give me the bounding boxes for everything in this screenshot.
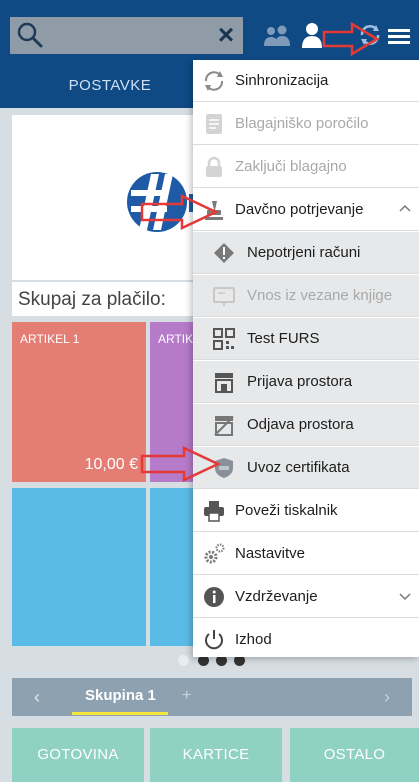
- search-input[interactable]: ×: [10, 17, 243, 54]
- group-tab[interactable]: Skupina 1: [85, 687, 156, 704]
- menu-item-sync[interactable]: Sinhronizacija: [193, 60, 419, 102]
- total-label: Skupaj za plačilo:: [18, 289, 166, 310]
- users-icon[interactable]: [263, 24, 291, 48]
- power-icon: [205, 630, 223, 650]
- printer-icon: [204, 501, 224, 522]
- gears-icon: [204, 543, 225, 564]
- menu-item-cash-report[interactable]: Blagajniško poročilo: [193, 103, 419, 145]
- info-icon: [204, 587, 224, 607]
- menu-item-exit[interactable]: Izhod: [193, 619, 419, 661]
- menu-item-settings[interactable]: Nastavitve: [193, 533, 419, 575]
- cards-button[interactable]: KARTICE: [150, 728, 282, 782]
- annotation-arrow: [140, 194, 219, 230]
- chevron-left-icon[interactable]: ‹: [34, 687, 40, 708]
- menu-label: Sinhronizacija: [235, 72, 329, 89]
- group-bar: ‹ Skupina 1 + ›: [12, 678, 412, 716]
- article-price: 10,00 €: [84, 456, 138, 473]
- book-import-icon: [213, 287, 235, 306]
- menu-label: Vnos iz vezane knjige: [247, 287, 393, 304]
- menu-item-tax-confirmation[interactable]: Davčno potrjevanje: [193, 189, 419, 231]
- menu-item-import-certificate[interactable]: Uvoz certifikata: [193, 447, 419, 489]
- cash-button[interactable]: GOTOVINA: [12, 728, 144, 782]
- menu-item-close-register[interactable]: Zaključi blagajno: [193, 146, 419, 188]
- article-name: ARTIK: [158, 332, 194, 346]
- menu-label: Zaključi blagajno: [235, 158, 347, 175]
- sync-icon: [204, 71, 224, 91]
- chevron-right-icon[interactable]: ›: [384, 687, 390, 708]
- menu-label: Nastavitve: [235, 545, 306, 562]
- tab-postavke[interactable]: POSTAVKE: [20, 77, 200, 94]
- menu-label: Uvoz certifikata: [247, 459, 350, 476]
- menu-label: Nepotrjeni računi: [247, 244, 361, 261]
- total-row: Skupaj za plačilo:: [12, 282, 212, 316]
- close-icon[interactable]: ×: [213, 21, 239, 49]
- settings-menu: Sinhronizacija Blagajniško poročilo Zakl…: [193, 60, 419, 657]
- page-dot[interactable]: [178, 655, 189, 666]
- annotation-arrow: [140, 446, 221, 482]
- menu-label: Poveži tiskalnik: [235, 502, 338, 519]
- menu-item-test-furs[interactable]: Test FURS: [193, 318, 419, 360]
- menu-item-maintenance[interactable]: Vzdrževanje: [193, 576, 419, 618]
- warning-icon: [214, 243, 234, 263]
- store-icon: [215, 373, 233, 393]
- menu-item-connect-printer[interactable]: Poveži tiskalnik: [193, 490, 419, 532]
- article-tile[interactable]: [12, 488, 146, 646]
- menu-item-unconfirmed-receipts[interactable]: Nepotrjeni računi: [193, 232, 419, 274]
- menu-label: Prijava prostora: [247, 373, 353, 390]
- chevron-up-icon: [399, 204, 411, 212]
- lock-icon: [206, 156, 222, 177]
- menu-item-register-premises[interactable]: Prijava prostora: [193, 361, 419, 403]
- menu-label: Izhod: [235, 631, 272, 648]
- hamburger-menu-icon[interactable]: [388, 29, 410, 45]
- menu-item-import-book[interactable]: Vnos iz vezane knjige: [193, 275, 419, 317]
- menu-label: Odjava prostora: [247, 416, 354, 433]
- group-tab-indicator: [72, 712, 168, 715]
- user-icon[interactable]: [302, 22, 322, 48]
- menu-label: Davčno potrjevanje: [235, 201, 364, 218]
- add-group-button[interactable]: +: [182, 687, 191, 705]
- menu-item-deregister-premises[interactable]: Odjava prostora: [193, 404, 419, 446]
- document-icon: [206, 114, 222, 134]
- article-tile[interactable]: ARTIKEL 1 10,00 €: [12, 322, 146, 482]
- chevron-down-icon: [399, 593, 411, 601]
- store-closed-icon: [214, 416, 234, 436]
- qr-code-icon: [213, 328, 235, 350]
- annotation-arrow: [322, 22, 380, 56]
- menu-label: Blagajniško poročilo: [235, 115, 369, 132]
- menu-label: Test FURS: [247, 330, 320, 347]
- article-name: ARTIKEL 1: [20, 332, 80, 346]
- other-payment-button[interactable]: OSTALO: [290, 728, 419, 782]
- search-icon: [17, 22, 43, 48]
- menu-label: Vzdrževanje: [235, 588, 318, 605]
